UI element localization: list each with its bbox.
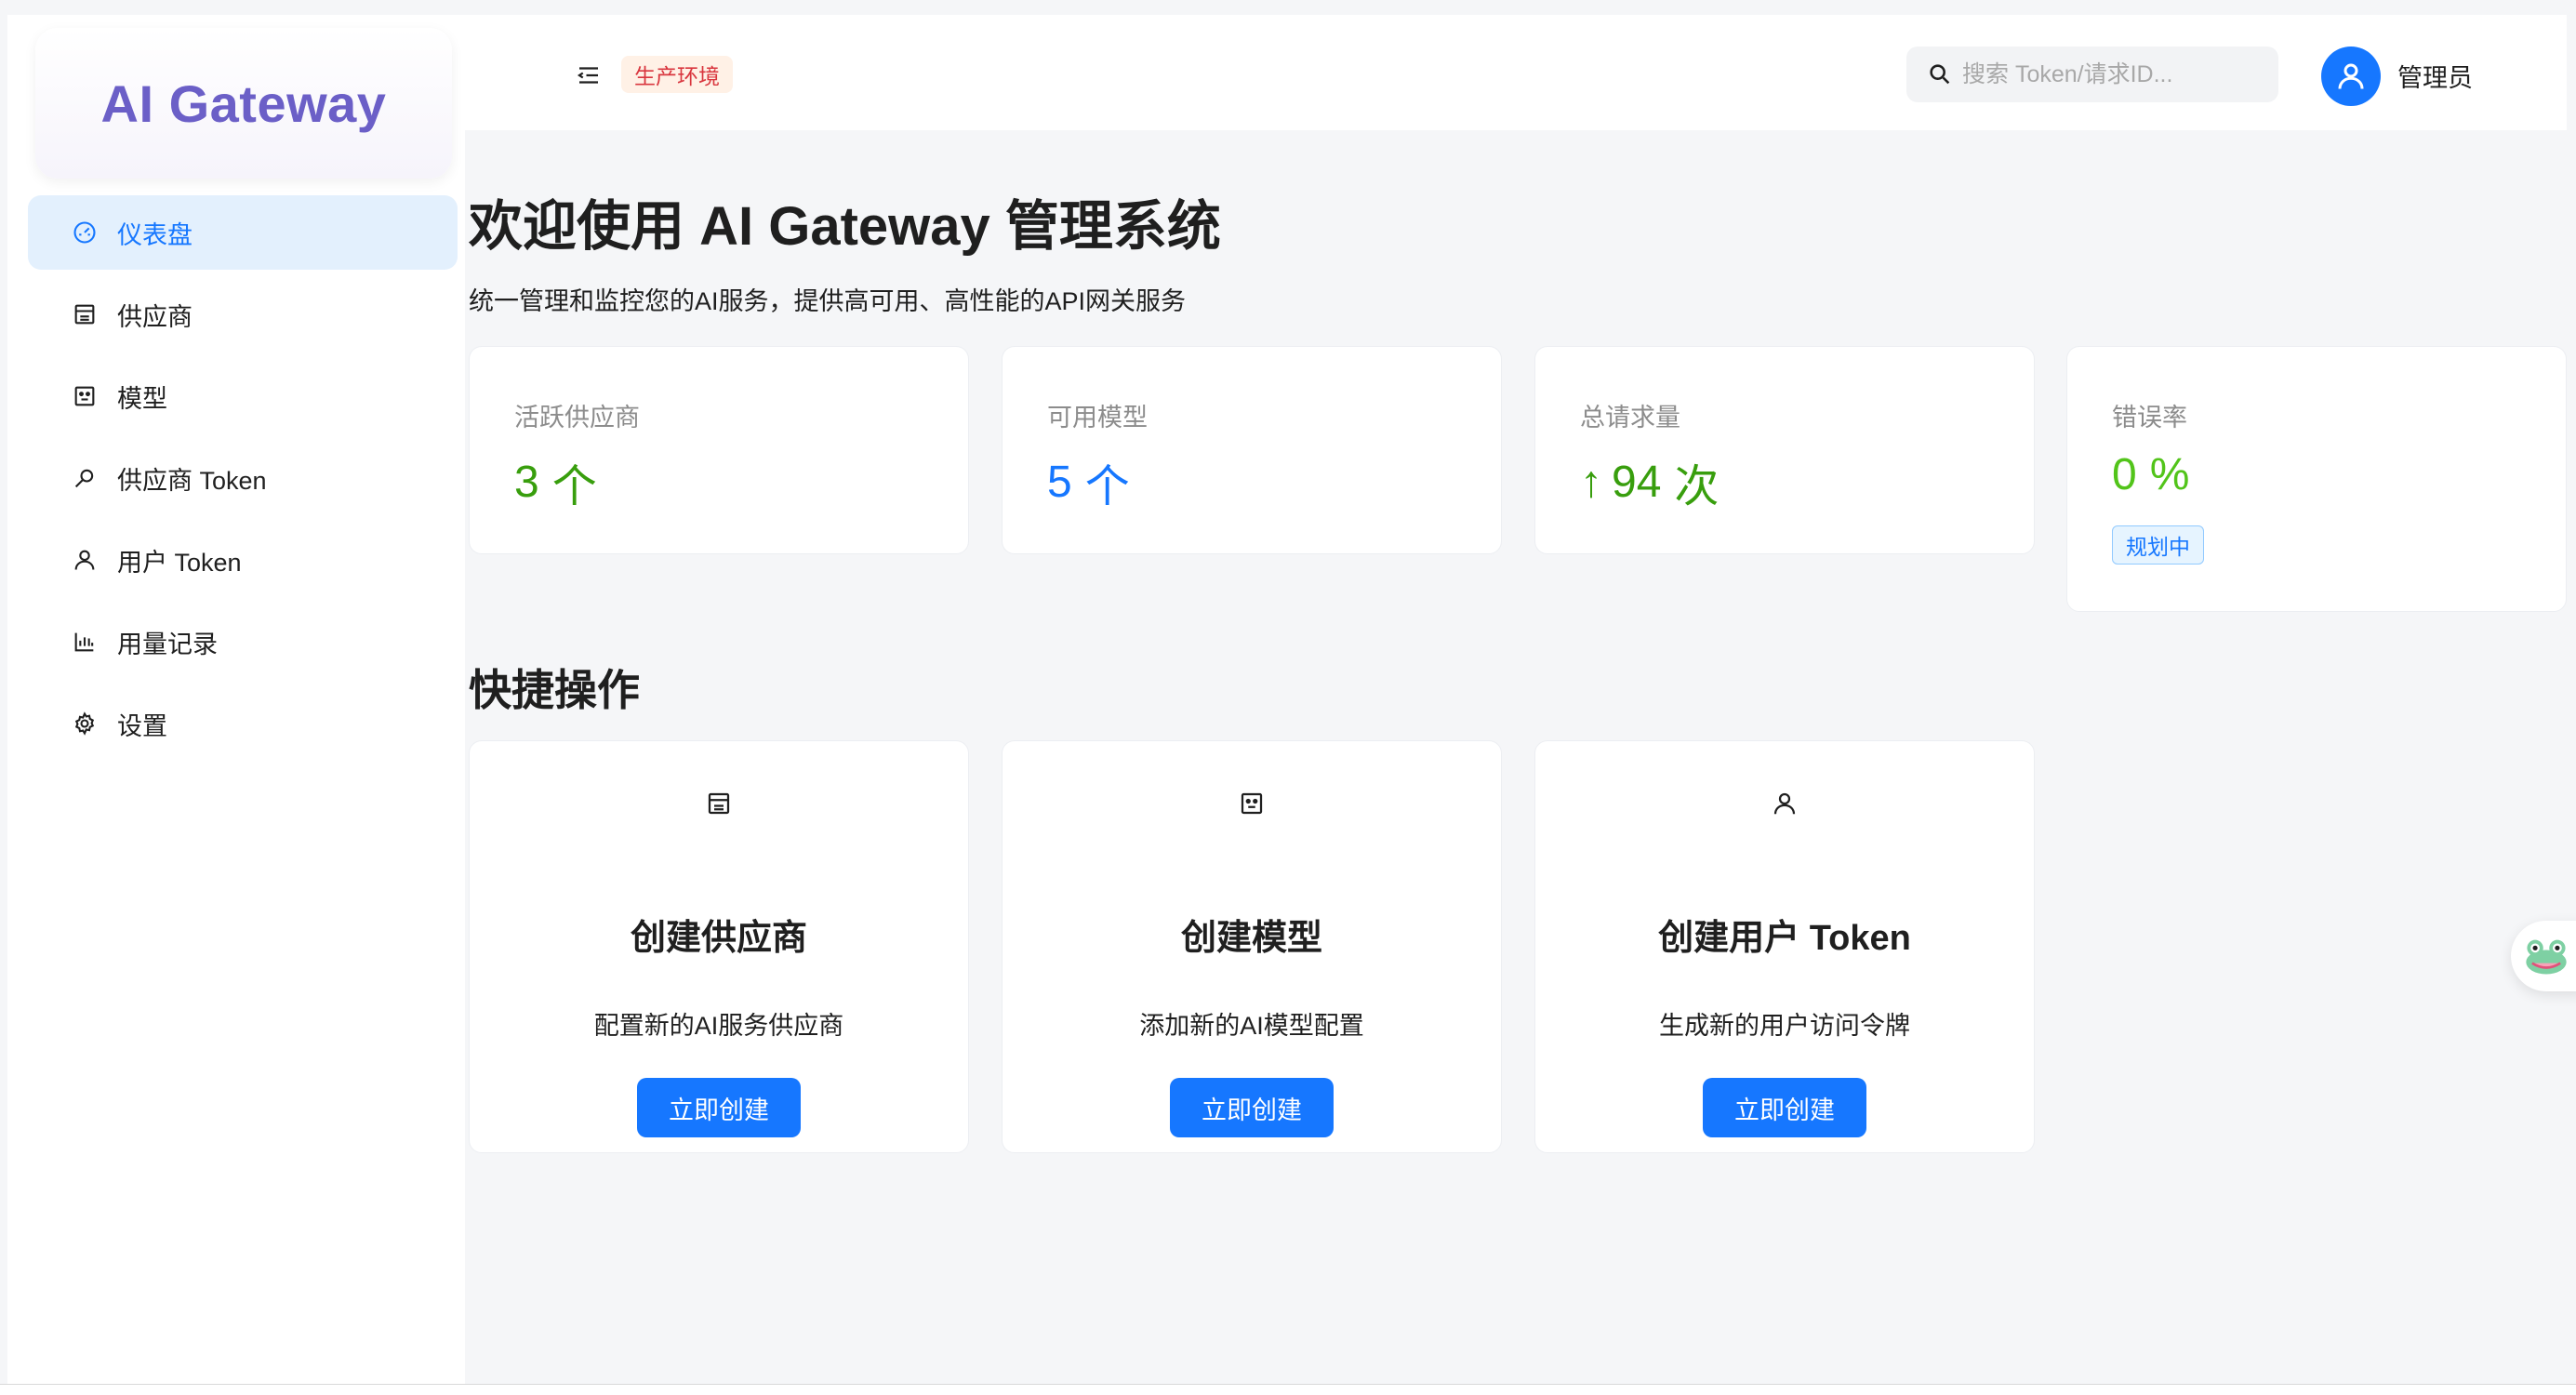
- sidebar-item-label: 用户 Token: [117, 548, 242, 577]
- user-icon: [71, 546, 99, 574]
- stat-label: 错误率: [2112, 404, 2187, 432]
- sidebar-item-user-token[interactable]: 用户 Token: [28, 523, 458, 597]
- sidebar-item-usage[interactable]: 用量记录: [28, 604, 458, 679]
- sidebar-item-label: 模型: [117, 384, 167, 413]
- search-input[interactable]: [1960, 60, 2267, 89]
- sidebar-item-models[interactable]: 模型: [28, 359, 458, 433]
- sidebar-item-provider-token[interactable]: 供应商 Token: [28, 441, 458, 515]
- stat-value: 5 个: [1047, 449, 1130, 514]
- sidebar-item-label: 仪表盘: [117, 220, 193, 249]
- stat-unit: 次: [1674, 462, 1720, 512]
- stat-unit: 个: [551, 462, 597, 512]
- stat-card-active-providers: 活跃供应商 3 个: [469, 346, 969, 554]
- main-content: 欢迎使用 AI Gateway 管理系统 统一管理和监控您的AI服务，提供高可用…: [465, 130, 2576, 1384]
- stat-card-error-rate: 错误率 0 % 规划中: [2066, 346, 2567, 612]
- stat-unit: %: [2149, 450, 2190, 499]
- sidebar: AI Gateway 仪表盘 供应商 模型 供应商 Token 用户 Token…: [7, 15, 465, 1384]
- user-icon: [2338, 63, 2364, 89]
- section-title: 快捷操作: [469, 666, 640, 714]
- app-window: AI Gateway 仪表盘 供应商 模型 供应商 Token 用户 Token…: [0, 0, 2576, 1395]
- arrow-up-icon: ↑: [1580, 457, 1602, 507]
- sidebar-item-label: 供应商: [117, 302, 193, 331]
- card-title: 创建用户 Token: [1658, 919, 1911, 958]
- stat-card-available-models: 可用模型 5 个: [1002, 346, 1502, 554]
- page-title: 欢迎使用 AI Gateway 管理系统: [469, 196, 1221, 257]
- top-header: 生产环境 管理员: [465, 15, 2567, 130]
- user-name[interactable]: 管理员: [2397, 58, 2473, 94]
- stat-number: 5: [1047, 457, 1072, 507]
- key-icon: [71, 464, 99, 492]
- create-model-button[interactable]: 立即创建: [1170, 1078, 1334, 1137]
- robot-icon: [1241, 792, 1263, 815]
- sidebar-item-providers[interactable]: 供应商: [28, 277, 458, 352]
- bar-chart-icon: [71, 628, 99, 656]
- menu-fold-icon[interactable]: [573, 60, 604, 91]
- stat-number: 3: [514, 457, 539, 507]
- status-badge: 规划中: [2112, 525, 2204, 565]
- logo-text: AI Gateway: [100, 73, 387, 133]
- page-subtitle: 统一管理和监控您的AI服务，提供高可用、高性能的API网关服务: [469, 287, 1187, 315]
- card-title: 创建供应商: [630, 919, 807, 958]
- search-icon: [1930, 64, 1950, 85]
- quick-action-card-model: 创建模型 添加新的AI模型配置 立即创建: [1002, 740, 1502, 1153]
- card-title: 创建模型: [1180, 919, 1322, 958]
- stat-label: 活跃供应商: [514, 404, 640, 432]
- stat-label: 可用模型: [1047, 404, 1148, 432]
- stat-value: ↑ 94 次: [1580, 449, 1719, 514]
- stat-number: 94: [1612, 457, 1662, 507]
- quick-action-card-provider: 创建供应商 配置新的AI服务供应商 立即创建: [469, 740, 969, 1153]
- sidebar-item-label: 供应商 Token: [117, 466, 267, 495]
- robot-icon: [71, 382, 99, 410]
- stat-value: 0 %: [2112, 449, 2189, 500]
- store-icon: [708, 792, 730, 815]
- stat-value: 3 个: [514, 449, 597, 514]
- bottom-edge: [0, 1384, 2576, 1395]
- user-icon: [1773, 792, 1796, 815]
- card-description: 生成新的用户访问令牌: [1659, 1012, 1910, 1040]
- gear-icon: [71, 710, 99, 737]
- stat-label: 总请求量: [1580, 404, 1680, 432]
- search-box[interactable]: [1906, 46, 2278, 102]
- sidebar-nav: 仪表盘 供应商 模型 供应商 Token 用户 Token 用量记录 设置: [28, 195, 458, 768]
- create-provider-button[interactable]: 立即创建: [637, 1078, 801, 1137]
- environment-tag: 生产环境: [621, 56, 733, 93]
- sidebar-item-settings[interactable]: 设置: [28, 686, 458, 761]
- stat-number: 0: [2112, 450, 2137, 499]
- dashboard-icon: [71, 219, 99, 246]
- sidebar-item-dashboard[interactable]: 仪表盘: [28, 195, 458, 270]
- frog-icon: [2526, 939, 2567, 975]
- store-icon: [71, 300, 99, 328]
- sidebar-item-label: 设置: [117, 711, 167, 740]
- logo[interactable]: AI Gateway: [35, 28, 452, 179]
- floating-assistant[interactable]: [2511, 921, 2576, 991]
- stat-unit: 个: [1084, 462, 1130, 512]
- avatar[interactable]: [2321, 46, 2381, 106]
- card-description: 添加新的AI模型配置: [1139, 1012, 1364, 1040]
- create-user-token-button[interactable]: 立即创建: [1703, 1078, 1866, 1137]
- card-description: 配置新的AI服务供应商: [593, 1012, 844, 1040]
- quick-action-card-user-token: 创建用户 Token 生成新的用户访问令牌 立即创建: [1534, 740, 2035, 1153]
- sidebar-item-label: 用量记录: [117, 630, 218, 658]
- stat-card-total-requests: 总请求量 ↑ 94 次: [1534, 346, 2035, 554]
